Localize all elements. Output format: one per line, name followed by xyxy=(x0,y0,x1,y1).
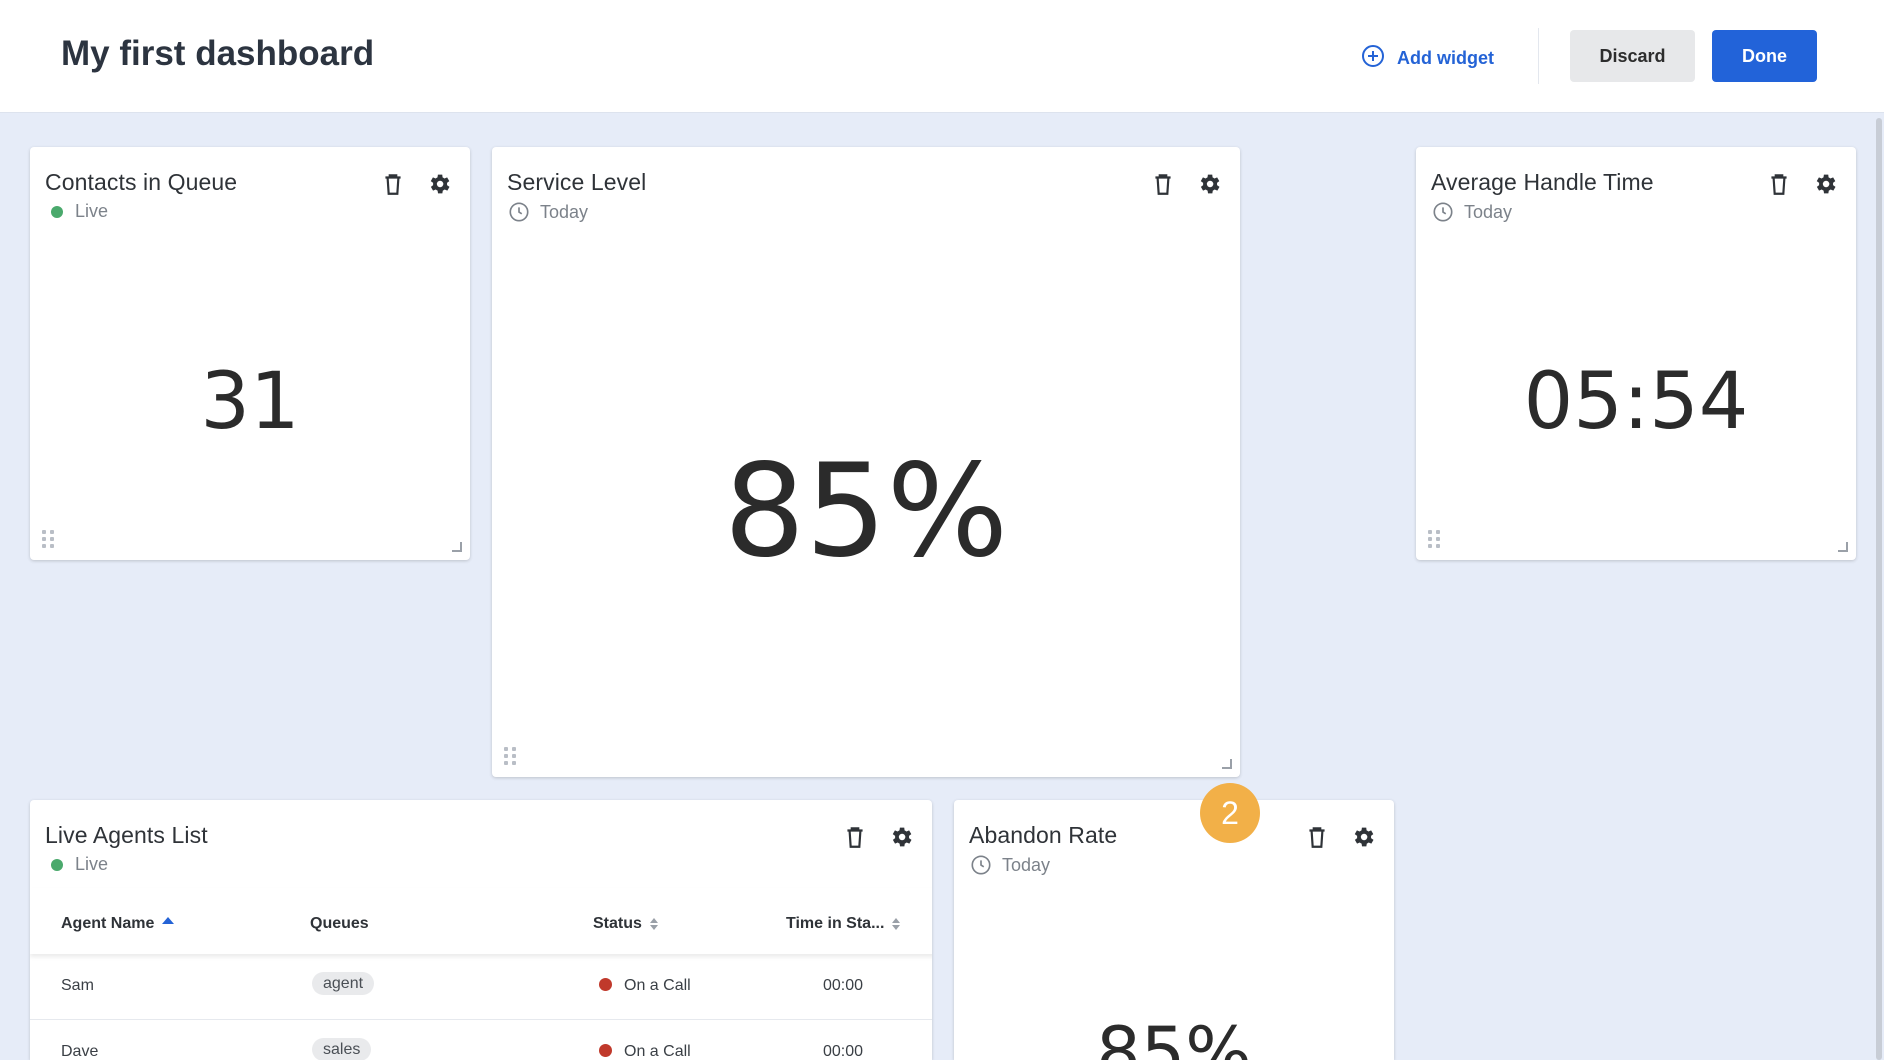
widget-average-handle-time[interactable]: Average Handle Time Today 05:54 xyxy=(1416,147,1856,560)
widget-actions xyxy=(842,824,914,850)
sort-icon[interactable] xyxy=(649,918,658,930)
widget-subtitle: Today xyxy=(1432,201,1512,223)
trash-icon[interactable] xyxy=(1150,171,1176,197)
widget-subtitle: Today xyxy=(970,854,1050,876)
table-header: Agent Name Queues Status Time in Sta... xyxy=(30,888,932,954)
step-badge: 2 xyxy=(1200,783,1260,843)
discard-button[interactable]: Discard xyxy=(1570,30,1695,82)
drag-handle-icon[interactable] xyxy=(504,747,516,765)
add-widget-label: Add widget xyxy=(1397,48,1494,68)
widget-value: 05:54 xyxy=(1523,357,1749,447)
queue-chip: agent xyxy=(312,972,375,995)
page-title: My first dashboard xyxy=(61,34,375,73)
widget-subtitle: Live xyxy=(50,201,108,222)
widget-subtitle: Live xyxy=(50,854,108,875)
agent-status: On a Call xyxy=(599,1043,691,1060)
widget-abandon-rate[interactable]: Abandon Rate Today 85% xyxy=(954,800,1394,1060)
column-status[interactable]: Status xyxy=(593,915,658,933)
status-dot-icon xyxy=(599,1044,612,1057)
agent-status: On a Call xyxy=(599,977,691,995)
sort-icon[interactable] xyxy=(892,918,901,930)
live-indicator xyxy=(51,205,63,218)
top-bar: My first dashboard Add widget Discard Do… xyxy=(0,0,1884,113)
table-row[interactable]: Sam agent On a Call 00:00 xyxy=(30,954,932,1020)
trash-icon[interactable] xyxy=(380,171,406,197)
widget-value: 31 xyxy=(200,357,300,447)
resize-handle-icon[interactable] xyxy=(452,542,462,552)
widget-actions xyxy=(1150,171,1222,197)
clock-icon xyxy=(508,201,530,223)
done-button[interactable]: Done xyxy=(1712,30,1817,82)
widget-subtitle-text: Today xyxy=(540,201,589,222)
agent-name: Sam xyxy=(61,977,94,994)
toolbar-divider xyxy=(1538,28,1539,84)
clock-icon xyxy=(1432,201,1454,223)
resize-handle-icon[interactable] xyxy=(1838,542,1848,552)
queue-chip: sales xyxy=(312,1038,372,1060)
page-scrollbar[interactable] xyxy=(1876,118,1882,1060)
widget-live-agents-list[interactable]: Live Agents List Live Agent Name Queues … xyxy=(30,800,932,1060)
trash-icon[interactable] xyxy=(842,824,868,850)
widget-actions xyxy=(1766,171,1838,197)
clock-icon xyxy=(970,854,992,876)
widget-value: 85% xyxy=(1096,1012,1252,1060)
gear-icon[interactable] xyxy=(426,171,452,197)
trash-icon[interactable] xyxy=(1766,171,1792,197)
widget-subtitle: Today xyxy=(508,201,588,223)
gear-icon[interactable] xyxy=(1196,171,1222,197)
widget-title: Average Handle Time xyxy=(1431,169,1654,195)
widget-title: Contacts in Queue xyxy=(45,169,238,195)
widget-actions xyxy=(380,171,452,197)
widget-title: Live Agents List xyxy=(45,822,208,848)
column-queues[interactable]: Queues xyxy=(310,915,369,933)
trash-icon[interactable] xyxy=(1304,824,1330,850)
gear-icon[interactable] xyxy=(1812,171,1838,197)
widget-title: Abandon Rate xyxy=(969,822,1118,848)
widget-actions xyxy=(1304,824,1376,850)
widget-subtitle-text: Live xyxy=(75,201,109,221)
gear-icon[interactable] xyxy=(1350,824,1376,850)
widget-contacts-in-queue[interactable]: Contacts in Queue Live 31 xyxy=(30,147,470,560)
widget-value: 85% xyxy=(723,437,1009,586)
resize-handle-icon[interactable] xyxy=(1222,759,1232,769)
drag-handle-icon[interactable] xyxy=(42,530,54,548)
time-in-state: 00:00 xyxy=(823,1043,864,1060)
widget-subtitle-text: Live xyxy=(75,854,109,874)
agent-name: Dave xyxy=(61,1043,99,1060)
widget-subtitle-text: Today xyxy=(1002,854,1051,875)
widget-subtitle-text: Today xyxy=(1464,201,1513,222)
sort-ascending-icon[interactable] xyxy=(162,916,175,924)
gear-icon[interactable] xyxy=(888,824,914,850)
live-indicator xyxy=(51,858,63,871)
add-widget-button[interactable]: Add widget xyxy=(1361,44,1494,73)
time-in-state: 00:00 xyxy=(823,977,864,994)
add-circle-icon xyxy=(1361,44,1385,73)
status-dot-icon xyxy=(599,978,612,991)
column-time-in-state[interactable]: Time in Sta... xyxy=(786,915,901,933)
drag-handle-icon[interactable] xyxy=(1428,530,1440,548)
column-agent-name[interactable]: Agent Name xyxy=(61,915,175,933)
widget-title: Service Level xyxy=(507,169,647,195)
table-row[interactable]: Dave sales On a Call 00:00 xyxy=(30,1020,932,1060)
widget-service-level[interactable]: Service Level Today 85% xyxy=(492,147,1240,777)
